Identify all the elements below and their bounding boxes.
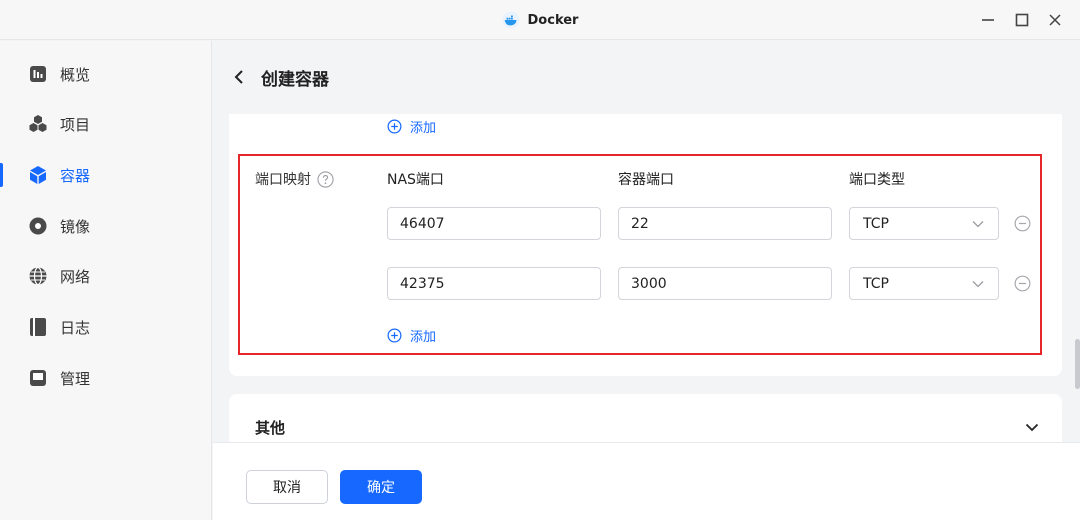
sidebar-item-label: 管理 bbox=[60, 369, 91, 388]
minus-circle-icon bbox=[1014, 275, 1030, 291]
port-type-select[interactable]: TCP bbox=[849, 207, 999, 240]
manage-icon bbox=[28, 368, 48, 388]
sidebar-item-label: 项目 bbox=[60, 115, 91, 134]
cubes-icon bbox=[28, 114, 48, 134]
cancel-button[interactable]: 取消 bbox=[246, 470, 328, 504]
add-label: 添加 bbox=[410, 330, 437, 345]
container-port-input[interactable]: 3000 bbox=[618, 267, 832, 300]
plus-circle-icon bbox=[387, 119, 402, 134]
container-port-input[interactable]: 22 bbox=[618, 207, 832, 240]
nas-port-input[interactable]: 46407 bbox=[387, 207, 601, 240]
main-panel: 创建容器 添加 端口映射 NAS端口 容器端口 端口类型 46407 22 TC… bbox=[213, 41, 1080, 520]
sidebar-item-label: 容器 bbox=[60, 166, 91, 185]
page-header: 创建容器 bbox=[213, 41, 1080, 113]
sidebar-item-manage[interactable]: 管理 bbox=[0, 358, 211, 398]
sidebar-item-logs[interactable]: 日志 bbox=[0, 307, 211, 347]
add-port-button[interactable]: 添加 bbox=[387, 326, 436, 345]
sidebar-item-label: 网络 bbox=[60, 267, 91, 286]
maximize-icon bbox=[1015, 13, 1029, 27]
help-icon[interactable] bbox=[317, 170, 334, 188]
close-icon bbox=[1049, 14, 1061, 26]
add-label: 添加 bbox=[410, 121, 437, 136]
minimize-button[interactable] bbox=[976, 8, 1000, 32]
other-section-title: 其他 bbox=[255, 419, 286, 437]
cube-icon bbox=[28, 165, 48, 185]
docker-icon bbox=[501, 11, 520, 29]
port-type-select[interactable]: TCP bbox=[849, 267, 999, 300]
globe-icon bbox=[28, 266, 48, 286]
sidebar-item-projects[interactable]: 项目 bbox=[0, 104, 211, 144]
footer-bar: 取消 确定 bbox=[213, 442, 1080, 520]
scrollbar-thumb[interactable] bbox=[1075, 339, 1080, 389]
minus-circle-icon bbox=[1014, 215, 1030, 231]
column-container-port: 容器端口 bbox=[618, 172, 674, 188]
chevron-down-icon bbox=[972, 280, 984, 287]
maximize-button[interactable] bbox=[1010, 8, 1034, 32]
port-mapping-text: 端口映射 bbox=[255, 172, 311, 188]
dashboard-icon bbox=[28, 64, 48, 84]
minimize-icon bbox=[982, 19, 994, 21]
window-title-text: Docker bbox=[527, 12, 579, 28]
port-type-value: TCP bbox=[863, 215, 889, 232]
column-nas-port: NAS端口 bbox=[387, 172, 444, 188]
sidebar-item-images[interactable]: 镜像 bbox=[0, 206, 211, 246]
disc-icon bbox=[28, 216, 48, 236]
sidebar-item-containers[interactable]: 容器 bbox=[0, 155, 211, 195]
close-button[interactable] bbox=[1043, 8, 1067, 32]
chevron-down-icon bbox=[972, 220, 984, 227]
nas-port-input[interactable]: 42375 bbox=[387, 267, 601, 300]
expand-other-button[interactable] bbox=[1023, 418, 1041, 436]
column-port-type: 端口类型 bbox=[849, 172, 905, 188]
window-title: Docker bbox=[0, 0, 1080, 40]
sidebar-item-label: 日志 bbox=[60, 318, 91, 337]
sidebar-item-network[interactable]: 网络 bbox=[0, 256, 211, 296]
confirm-button[interactable]: 确定 bbox=[340, 470, 422, 504]
title-bar: Docker bbox=[0, 0, 1080, 40]
sidebar-item-overview[interactable]: 概览 bbox=[0, 54, 211, 94]
remove-row-button[interactable] bbox=[1013, 214, 1031, 232]
plus-circle-icon bbox=[387, 328, 402, 343]
sidebar: 概览 项目 容器 镜像 网络 日志 管理 bbox=[0, 41, 212, 520]
book-icon bbox=[28, 317, 48, 337]
sidebar-item-label: 镜像 bbox=[60, 217, 91, 236]
port-mapping-label: 端口映射 bbox=[255, 169, 334, 189]
add-previous-button[interactable]: 添加 bbox=[387, 117, 436, 136]
chevron-left-icon bbox=[234, 70, 243, 84]
remove-row-button[interactable] bbox=[1013, 274, 1031, 292]
page-title: 创建容器 bbox=[261, 69, 329, 90]
back-button[interactable] bbox=[229, 67, 249, 87]
port-type-value: TCP bbox=[863, 275, 889, 292]
sidebar-item-label: 概览 bbox=[60, 65, 91, 84]
chevron-down-icon bbox=[1025, 423, 1039, 431]
